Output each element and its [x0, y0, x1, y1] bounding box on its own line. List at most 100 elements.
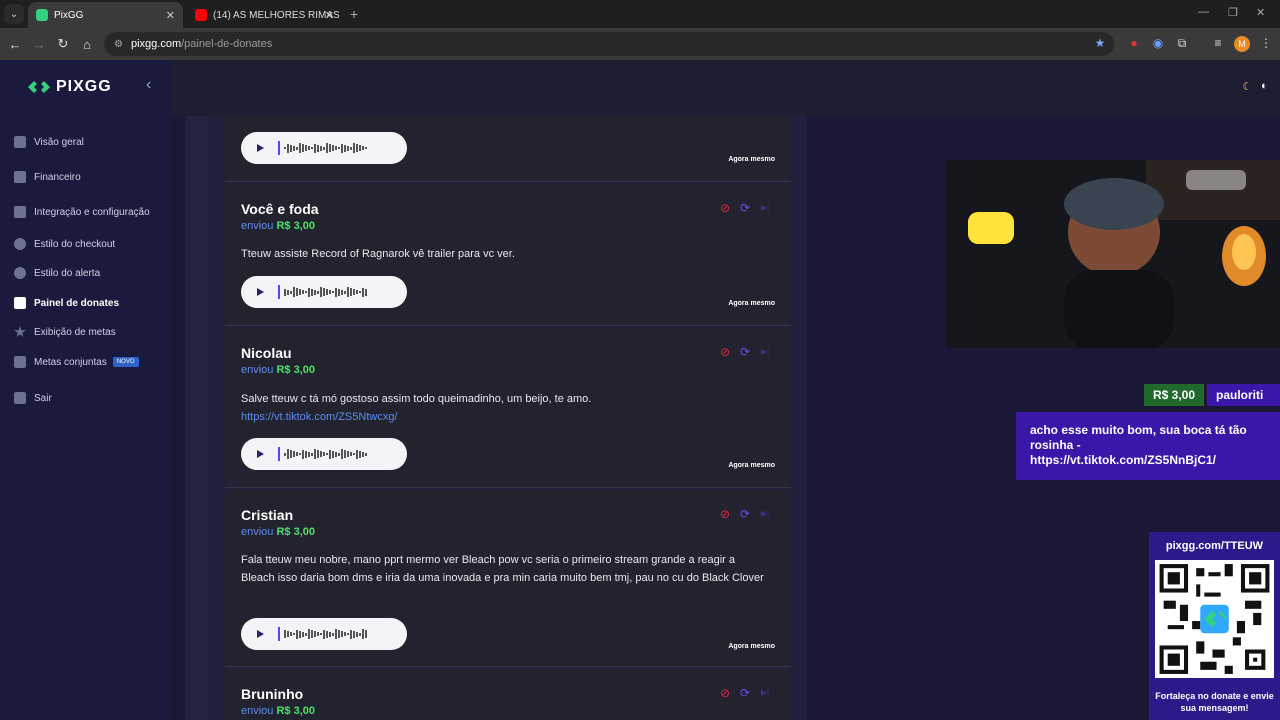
waveform-bar [305, 632, 307, 636]
waveform-bar [338, 147, 340, 149]
waveform-bar [323, 629, 325, 639]
audio-player[interactable] [241, 438, 407, 470]
play-icon[interactable] [257, 144, 264, 152]
audio-waveform [284, 449, 367, 459]
sidebar-item-estilo-alerta[interactable]: Estilo do alerta [14, 267, 100, 279]
donations-feed[interactable]: Agora mesmo Você e foda enviou R$ 3,00 ⊘… [207, 116, 807, 720]
waveform-bar [311, 288, 313, 296]
close-window-icon[interactable]: ✕ [1256, 6, 1265, 19]
skip-icon[interactable]: ▶| [759, 346, 771, 358]
waveform-bar [290, 632, 292, 636]
sidebar-item-sair[interactable]: Sair [14, 392, 52, 404]
sidebar-item-metas-conjuntas[interactable]: Metas conjuntas NOVO [14, 356, 139, 368]
audio-waveform [284, 629, 367, 639]
close-tab-icon[interactable]: ✕ [325, 9, 334, 22]
donation-card: Nicolau enviou R$ 3,00 ⊘ ⟳ ▶| Salve tteu… [225, 327, 791, 488]
minimize-icon[interactable]: — [1198, 6, 1209, 18]
replay-icon[interactable]: ⟳ [739, 687, 751, 699]
audio-player[interactable] [241, 618, 407, 650]
block-icon[interactable]: ⊘ [719, 687, 731, 699]
sidebar-item-label: Exibição de metas [34, 326, 116, 338]
skip-icon[interactable]: ▶| [759, 687, 771, 699]
sidebar-item-financeiro[interactable]: Financeiro [14, 171, 81, 183]
waveform-bar [311, 630, 313, 638]
pixgg-logo[interactable]: PIXGG [28, 78, 112, 96]
back-icon[interactable]: ← [3, 37, 27, 52]
site-info-icon[interactable]: ⚙ [114, 39, 123, 50]
media-control-icon[interactable]: ≡ [1210, 36, 1226, 52]
browser-menu-icon[interactable]: ⋮ [1258, 36, 1274, 52]
donation-time: Agora mesmo [728, 643, 775, 650]
donation-amount: R$ 3,00 [276, 220, 316, 232]
waveform-bar [332, 450, 334, 458]
waveform-bar [299, 289, 301, 295]
reload-icon[interactable]: ↻ [51, 36, 75, 52]
play-icon[interactable] [257, 450, 264, 458]
waveform-bar [320, 287, 322, 297]
waveform-bar [287, 289, 289, 295]
block-icon[interactable]: ⊘ [719, 508, 731, 520]
sent-verb: enviou [241, 705, 274, 717]
block-icon[interactable]: ⊘ [719, 202, 731, 214]
new-tab-icon[interactable]: + [350, 6, 358, 22]
waveform-bar [353, 143, 355, 153]
waveform-bar [287, 631, 289, 637]
waveform-bar [335, 287, 337, 297]
donation-time: Agora mesmo [728, 300, 775, 307]
waveform-bar [332, 632, 334, 636]
waveform-bar [314, 449, 316, 459]
waveform-bar [353, 453, 355, 455]
audio-player[interactable] [241, 132, 407, 164]
play-icon[interactable] [257, 630, 264, 638]
replay-icon[interactable]: ⟳ [739, 508, 751, 520]
skip-icon[interactable]: ▶| [759, 202, 771, 214]
donation-link[interactable]: https://vt.tiktok.com/ZS5Ntwcxg/ [241, 408, 771, 426]
profile-avatar[interactable]: M [1234, 36, 1250, 52]
alert-username: pauloriti [1207, 384, 1280, 406]
new-badge: NOVO [112, 357, 139, 367]
replay-icon[interactable]: ⟳ [739, 202, 751, 214]
donation-amount: R$ 3,00 [276, 526, 316, 538]
tab-search-icon[interactable]: ⌄ [4, 4, 24, 24]
play-icon[interactable] [257, 288, 264, 296]
extension-audio-icon[interactable]: ◉ [1150, 36, 1166, 52]
waveform-bar [347, 633, 349, 635]
palette-icon [14, 267, 26, 279]
donation-actions: ⊘ ⟳ ▶| [719, 508, 771, 520]
tab-title: (14) AS MELHORES RIMAS DA BOMBA [213, 9, 342, 21]
close-tab-icon[interactable]: ✕ [166, 9, 175, 22]
sidebar-item-visao-geral[interactable]: Visão geral [14, 136, 84, 148]
waveform-bar [284, 452, 286, 456]
audio-cursor [278, 627, 280, 641]
waveform-bar [317, 144, 319, 152]
audio-player[interactable] [241, 276, 407, 308]
waveform-bar [296, 629, 298, 639]
skip-icon[interactable]: ▶| [759, 508, 771, 520]
alert-amount: R$ 3,00 [1144, 384, 1205, 406]
waveform-bar [362, 287, 364, 297]
waveform-bar [299, 453, 301, 455]
home-icon[interactable]: ⌂ [75, 37, 99, 52]
waveform-bar [326, 143, 328, 153]
forward-icon[interactable]: → [27, 37, 51, 52]
block-icon[interactable]: ⊘ [719, 346, 731, 358]
sidebar-item-integracao[interactable]: Integração e configuração [14, 206, 150, 218]
donation-card: Bruninho enviou R$ 3,00 ⊘ ⟳ ▶| [225, 668, 791, 720]
theme-toggle[interactable]: ☾ ◐ [1238, 78, 1272, 94]
extension-red-icon[interactable]: ● [1126, 36, 1142, 52]
waveform-bar [305, 291, 307, 293]
address-bar[interactable]: ⚙ pixgg.com/painel-de-donates [104, 32, 1114, 56]
sidebar-item-exibicao-metas[interactable]: Exibição de metas [14, 326, 116, 338]
bookmark-star-icon[interactable]: ★ [1092, 36, 1108, 52]
replay-icon[interactable]: ⟳ [739, 346, 751, 358]
sidebar-item-painel-donates[interactable]: Painel de donates [14, 297, 119, 309]
restore-icon[interactable]: ❐ [1228, 6, 1238, 19]
audio-cursor [278, 285, 280, 299]
extensions-puzzle-icon[interactable]: ⧉ [1174, 36, 1190, 52]
tab-youtube[interactable]: (14) AS MELHORES RIMAS DA BOMBA ✕ [187, 2, 342, 28]
tab-pixgg[interactable]: PixGG ✕ [28, 2, 183, 28]
donor-name: Bruninho [241, 686, 304, 702]
sidebar-item-estilo-checkout[interactable]: Estilo do checkout [14, 238, 115, 250]
collapse-sidebar-icon[interactable]: ‹ [146, 76, 151, 94]
waveform-bar [284, 288, 286, 296]
